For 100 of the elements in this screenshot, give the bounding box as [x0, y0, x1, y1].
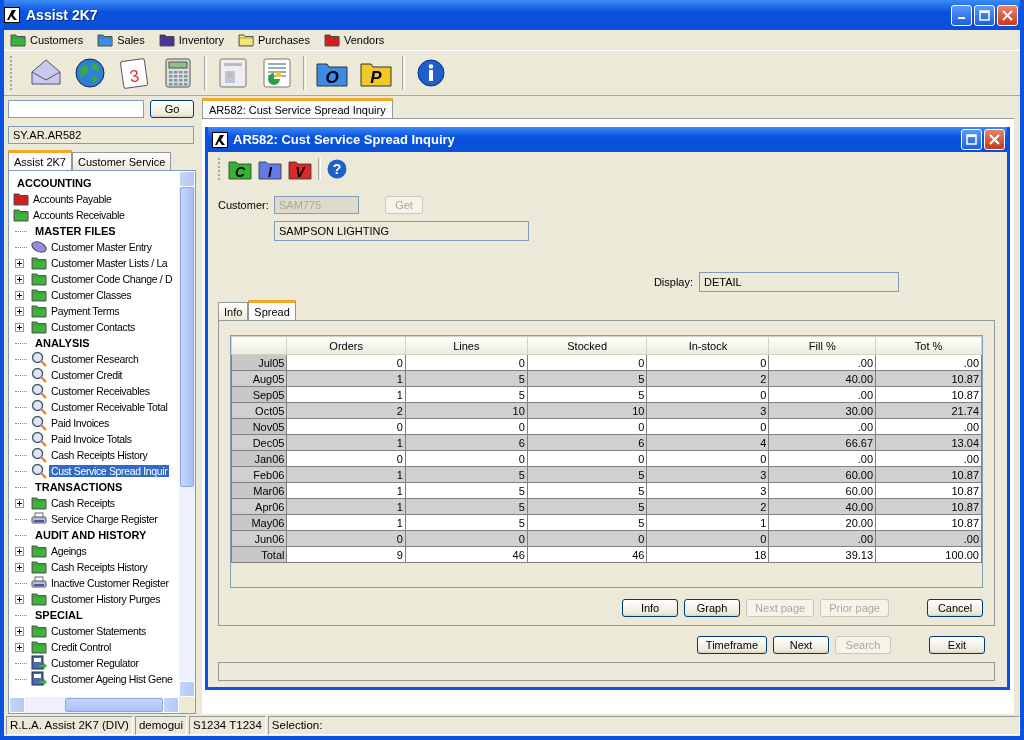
tab[interactable]: Spread — [248, 300, 296, 320]
magnifier-icon — [31, 463, 47, 479]
tree-item[interactable]: Customer Classes — [49, 289, 134, 301]
tree-item[interactable]: Customer Code Change / D — [49, 273, 175, 285]
column-header[interactable]: Orders — [286, 336, 406, 355]
printer-icon — [31, 512, 47, 526]
tree-item[interactable]: Customer History Purges — [49, 593, 163, 605]
tree-item[interactable]: Ageings — [49, 545, 89, 557]
oval-icon — [31, 240, 47, 254]
dialog-button[interactable]: Next — [773, 636, 829, 654]
info-icon[interactable] — [417, 59, 445, 87]
section-heading: SPECIAL — [34, 609, 84, 621]
help-icon[interactable]: ? — [327, 159, 347, 179]
minimize-icon — [958, 17, 965, 19]
tree-item[interactable]: Customer Statements — [49, 625, 148, 637]
expander-icon[interactable] — [15, 290, 24, 300]
horizontal-scrollbar[interactable] — [9, 697, 179, 713]
section-heading: AUDIT AND HISTORY — [34, 529, 148, 541]
tab[interactable]: Assist 2K7 — [8, 150, 72, 170]
tree-item[interactable]: Cash Receipts History — [49, 561, 150, 573]
expander-icon[interactable] — [15, 306, 24, 316]
tree-item[interactable]: Customer Regulator — [49, 657, 141, 669]
expander-icon[interactable] — [15, 642, 24, 652]
expander-icon[interactable] — [15, 322, 24, 332]
status-field: S1234 T1234 — [189, 715, 266, 735]
minimize-button[interactable] — [951, 4, 972, 26]
tree-item[interactable]: Customer Credit — [49, 369, 125, 381]
tree-item[interactable]: Cash Receipts History — [49, 449, 150, 461]
panel-button[interactable]: Graph — [684, 599, 741, 617]
lettered-folder-icon[interactable]: I — [258, 158, 282, 180]
tree-item[interactable]: Paid Invoices — [49, 417, 111, 429]
tree-item[interactable]: Customer Contacts — [49, 321, 137, 333]
calculator-icon[interactable] — [165, 58, 191, 88]
tree-item[interactable]: Paid Invoice Totals — [49, 433, 134, 445]
column-header[interactable]: Fill % — [768, 336, 876, 355]
lettered-folder-icon[interactable]: V — [288, 158, 312, 180]
status-field: demogui — [134, 715, 187, 735]
expander-icon[interactable] — [15, 498, 24, 508]
magnifier-icon — [31, 367, 47, 383]
expander-icon[interactable] — [15, 594, 24, 604]
search-field[interactable] — [8, 100, 144, 118]
panel-button[interactable]: Info — [622, 599, 679, 617]
maximize-button[interactable] — [961, 129, 982, 150]
go-button[interactable]: Go — [150, 100, 194, 118]
tree-item[interactable]: Customer Master Entry — [49, 241, 154, 253]
close-button[interactable] — [984, 129, 1005, 150]
tree-item[interactable]: Accounts Payable — [31, 193, 114, 205]
tree-item[interactable]: Inactive Customer Register — [49, 577, 171, 589]
document-tab[interactable]: AR582: Cust Service Spread Inquiry — [202, 98, 393, 118]
magnifier-icon — [31, 447, 47, 463]
logo-icon — [4, 7, 20, 23]
dialog-button[interactable]: Exit — [929, 636, 985, 654]
menu-item[interactable]: Customers — [10, 33, 84, 47]
status-field: R.L.A. Assist 2K7 (DIV) — [6, 715, 133, 735]
field-label: Display: — [653, 276, 693, 288]
envelope-icon[interactable] — [30, 58, 62, 88]
magnifier-icon — [31, 431, 47, 447]
spreadsheet-chart-icon[interactable] — [263, 58, 291, 88]
column-header[interactable]: In-stock — [646, 336, 769, 355]
close-icon — [989, 134, 1000, 145]
menu-item[interactable]: Vendors — [323, 33, 385, 47]
printer-icon — [31, 576, 47, 590]
tree-item[interactable]: Cust Service Spread Inquir — [49, 465, 170, 477]
panel-button[interactable]: Cancel — [927, 599, 983, 617]
tree-item[interactable]: Payment Terms — [49, 305, 122, 317]
display-field[interactable]: DETAIL — [699, 272, 899, 292]
tree-item[interactable]: Customer Receivable Total — [49, 401, 170, 413]
tree-item[interactable]: Customer Research — [49, 353, 141, 365]
tab[interactable]: Customer Service — [71, 152, 172, 170]
menu-item[interactable]: Sales — [97, 33, 145, 47]
section-heading: ACCOUNTING — [16, 177, 93, 189]
expander-icon[interactable] — [15, 258, 24, 268]
maximize-button[interactable] — [974, 4, 995, 26]
close-button[interactable] — [997, 4, 1018, 26]
tree-item[interactable]: Customer Ageing Hist Gene — [49, 673, 175, 685]
lettered-folder-icon[interactable]: C — [228, 158, 252, 180]
expander-icon[interactable] — [15, 562, 24, 572]
calendar-icon[interactable]: 3 — [119, 57, 149, 89]
dialog-button[interactable]: Timeframe — [696, 636, 767, 654]
tab[interactable]: Info — [218, 302, 249, 320]
globe-icon[interactable] — [74, 57, 106, 89]
menu-item[interactable]: Inventory — [158, 33, 224, 47]
column-header[interactable]: Lines — [405, 336, 528, 355]
window-title: Assist 2K7 — [26, 7, 99, 23]
column-header[interactable]: Stocked — [527, 336, 647, 355]
vertical-scrollbar[interactable] — [179, 171, 195, 697]
tree-item[interactable]: Cash Receipts — [49, 497, 117, 509]
expander-icon[interactable] — [15, 546, 24, 556]
tree-item[interactable]: Accounts Receivable — [31, 209, 127, 221]
tree-item[interactable]: Customer Receivables — [49, 385, 152, 397]
menu-item[interactable]: Purchases — [237, 33, 310, 47]
expander-icon[interactable] — [15, 274, 24, 284]
tree-item[interactable]: Customer Master Lists / La — [49, 257, 170, 269]
expander-icon[interactable] — [15, 626, 24, 636]
path-field[interactable]: SY.AR.AR582 — [8, 126, 194, 144]
magnifier-icon — [31, 351, 47, 367]
column-header[interactable]: Tot % — [875, 336, 982, 355]
tree-item[interactable]: Service Charge Register — [49, 513, 160, 525]
scroll-corner — [179, 697, 195, 713]
tree-item[interactable]: Credit Control — [49, 641, 113, 653]
